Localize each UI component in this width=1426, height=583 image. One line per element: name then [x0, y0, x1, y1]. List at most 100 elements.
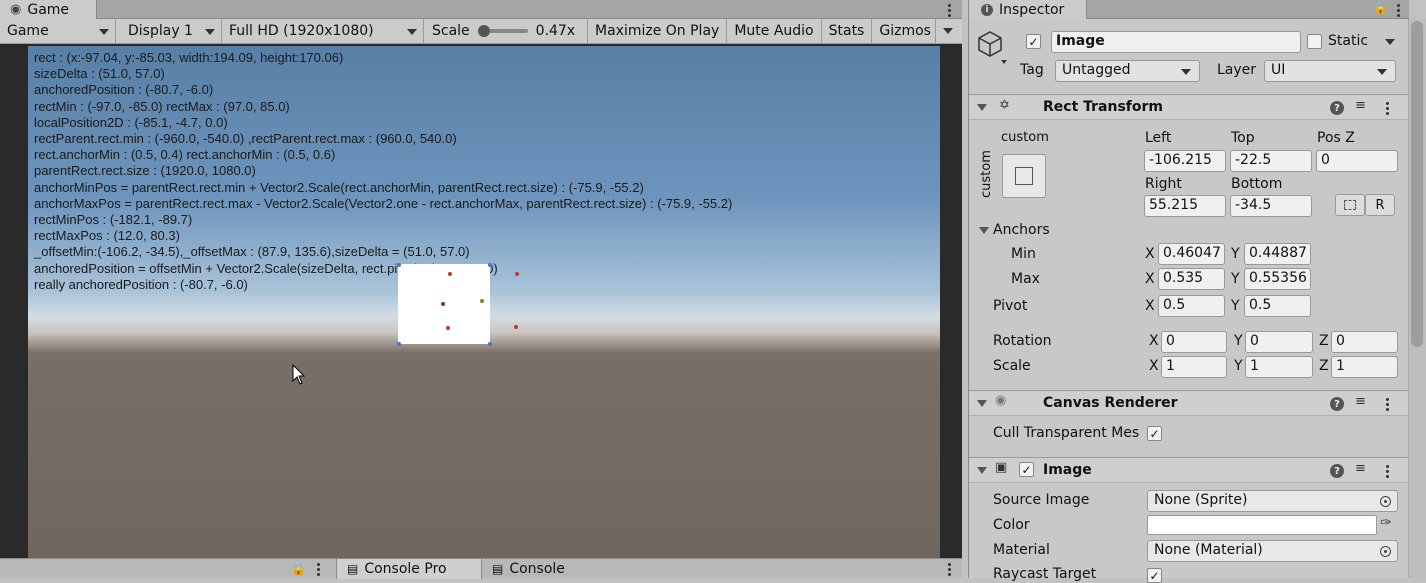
tag-dropdown[interactable]: Untagged	[1055, 60, 1200, 82]
cull-transparent-checkbox[interactable]: ✓	[1147, 426, 1162, 441]
source-image-field[interactable]: None (Sprite)	[1147, 490, 1398, 512]
tab-inspector[interactable]: i Inspector	[969, 0, 1087, 19]
scale-slider-handle[interactable]	[477, 25, 490, 37]
image-component-header[interactable]: ▣ ✓ Image ? ≡	[969, 457, 1409, 483]
info-icon: i	[981, 3, 993, 16]
rotation-x-field[interactable]: 0	[1161, 331, 1227, 353]
inspector-menu-icon[interactable]	[1391, 2, 1405, 18]
top-field[interactable]: -22.5	[1230, 150, 1312, 172]
presets-sliders-icon[interactable]: ≡	[1355, 461, 1366, 476]
presets-sliders-icon[interactable]: ≡	[1355, 394, 1366, 409]
rect-transform-header[interactable]: ✡ Rect Transform ? ≡	[969, 94, 1409, 120]
game-viewport[interactable]: rect : (x:-97.04, y:-85.03, width:194.09…	[28, 46, 940, 558]
component-menu-icon[interactable]	[1380, 396, 1394, 412]
rotation-label: Rotation	[993, 333, 1052, 349]
anchor-preset-side-label: custom	[979, 150, 994, 198]
maximize-on-play-toggle[interactable]: Maximize On Play	[588, 18, 728, 44]
tab-console-pro[interactable]: ▤ Console Pro	[336, 559, 482, 579]
y-label: Y	[1231, 246, 1240, 262]
collapse-triangle-icon[interactable]	[977, 104, 987, 111]
static-checkbox[interactable]	[1307, 34, 1322, 49]
help-icon[interactable]: ?	[1330, 464, 1344, 478]
presets-sliders-icon[interactable]: ≡	[1355, 98, 1366, 113]
pivot-y-field[interactable]: 0.5	[1244, 295, 1311, 317]
help-icon[interactable]: ?	[1330, 101, 1344, 115]
gameobject-cube-icon[interactable]	[977, 30, 1007, 64]
stats-toggle[interactable]: Stats	[822, 18, 873, 44]
anchor-marker	[514, 325, 518, 329]
collapse-triangle-icon[interactable]	[977, 467, 987, 474]
eye-icon: ◉	[995, 393, 1007, 408]
anchor-max-x-field[interactable]: 0.535	[1158, 268, 1225, 290]
tab-console[interactable]: ▤ Console	[482, 559, 575, 579]
lock-icon[interactable]: 🔒	[1373, 1, 1388, 15]
eyedropper-icon[interactable]: ✑	[1380, 515, 1392, 531]
object-picker-icon[interactable]	[1380, 546, 1391, 557]
image-enabled-checkbox[interactable]: ✓	[1019, 462, 1034, 477]
blueprint-mode-button[interactable]	[1335, 194, 1365, 216]
gizmos-toggle[interactable]: Gizmos	[872, 18, 937, 44]
display-dropdown[interactable]: Display 1	[116, 18, 222, 44]
left-field[interactable]: -106.215	[1144, 150, 1226, 172]
scale-control: Scale 0.47x	[424, 18, 588, 44]
debug-line: anchoredPosition : (-80.7, -6.0)	[34, 82, 214, 98]
inspector-scrollbar[interactable]	[1408, 19, 1426, 578]
rect-corner-handle[interactable]	[488, 263, 492, 267]
mute-audio-toggle[interactable]: Mute Audio	[727, 18, 822, 44]
layer-label: Layer	[1217, 62, 1257, 78]
object-picker-icon[interactable]	[1380, 496, 1391, 507]
bottom-panel-menu-icon[interactable]	[311, 561, 325, 577]
anchors-label: Anchors	[993, 222, 1050, 238]
static-dropdown-icon[interactable]	[1385, 39, 1395, 45]
scale-y-field[interactable]: 1	[1245, 356, 1313, 378]
material-field[interactable]: None (Material)	[1147, 540, 1398, 562]
help-icon[interactable]: ?	[1330, 397, 1344, 411]
blueprint-icon	[1344, 200, 1356, 210]
layer-dropdown[interactable]: UI	[1264, 60, 1396, 82]
anchor-marker	[441, 302, 445, 306]
raw-edit-button[interactable]: R	[1365, 194, 1395, 216]
anchor-min-y-field[interactable]: 0.44887	[1244, 243, 1311, 265]
pivot-x-field[interactable]: 0.5	[1158, 295, 1225, 317]
mute-audio-label: Mute Audio	[734, 23, 814, 39]
debug-line: anchorMaxPos = parentRect.rect.max - Vec…	[34, 195, 733, 211]
anchor-min-x-field[interactable]: 0.46047	[1158, 243, 1225, 265]
component-menu-icon[interactable]	[1380, 100, 1394, 116]
component-menu-icon[interactable]	[1380, 463, 1394, 479]
scale-slider-track[interactable]	[477, 25, 528, 37]
rect-corner-handle[interactable]	[488, 342, 492, 346]
bottom-field[interactable]: -34.5	[1230, 195, 1312, 217]
view-mode-dropdown[interactable]: Game	[0, 18, 116, 44]
scale-z-field[interactable]: 1	[1331, 356, 1398, 378]
gizmos-dropdown[interactable]	[936, 19, 960, 44]
y-label: Y	[1234, 358, 1243, 374]
raycast-target-checkbox[interactable]: ✓	[1147, 568, 1162, 583]
tab-game[interactable]: ◉ Game	[0, 0, 97, 19]
lock-icon[interactable]: 🔒	[291, 562, 306, 576]
anchor-max-y-field[interactable]: 0.55356	[1244, 268, 1311, 290]
right-field[interactable]: 55.215	[1144, 195, 1226, 217]
scale-label: Scale	[993, 358, 1031, 374]
game-panel-menu-icon[interactable]	[942, 2, 956, 18]
resolution-dropdown[interactable]: Full HD (1920x1080)	[222, 18, 424, 44]
rect-corner-handle[interactable]	[397, 263, 401, 267]
scale-x-field[interactable]: 1	[1161, 356, 1227, 378]
debug-line: anchorMinPos = parentRect.rect.min + Vec…	[34, 179, 644, 195]
chevron-down-icon	[407, 28, 417, 35]
rect-transform-title: Rect Transform	[1043, 99, 1164, 115]
anchor-marker	[448, 272, 452, 276]
anchor-preset-button[interactable]	[1002, 154, 1046, 198]
object-name-field[interactable]: Image	[1051, 31, 1301, 53]
rotation-z-field[interactable]: 0	[1331, 331, 1398, 353]
collapse-triangle-icon[interactable]	[977, 400, 987, 407]
anchors-collapse-icon[interactable]	[979, 227, 989, 234]
scrollbar-thumb[interactable]	[1411, 21, 1423, 347]
color-swatch[interactable]	[1147, 515, 1377, 535]
canvas-renderer-header[interactable]: ◉ Canvas Renderer ? ≡	[969, 390, 1409, 416]
active-checkbox[interactable]: ✓	[1026, 34, 1041, 49]
rotation-y-field[interactable]: 0	[1245, 331, 1313, 353]
posz-field[interactable]: 0	[1316, 150, 1398, 172]
rect-corner-handle[interactable]	[397, 342, 401, 346]
bottom-right-menu-icon[interactable]	[942, 561, 956, 577]
game-tab-bar: ◉ Game	[0, 0, 962, 19]
